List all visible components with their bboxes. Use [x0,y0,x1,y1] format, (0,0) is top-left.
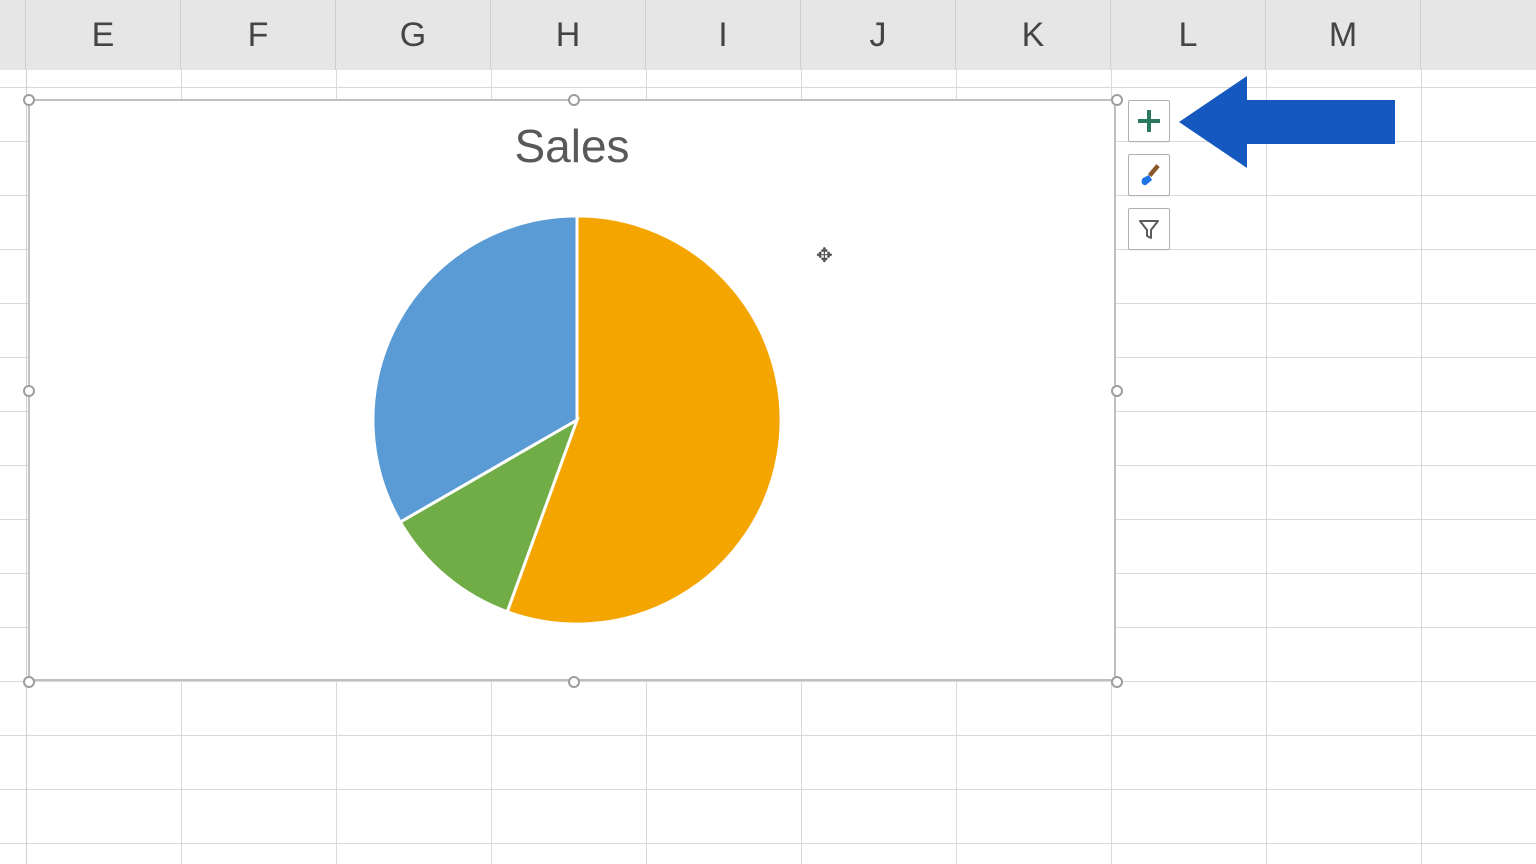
chart-title[interactable]: Sales [30,119,1114,173]
chart-filters-button[interactable] [1128,208,1170,250]
column-headers: EFGHIJKLM [0,0,1536,70]
column-header-g[interactable]: G [336,0,491,70]
pie-plot-area[interactable] [370,213,784,627]
chart-object[interactable]: Sales [28,99,1116,681]
resize-handle-s[interactable] [568,676,580,688]
move-cursor-icon: ✥ [816,246,833,266]
plus-icon [1136,108,1162,134]
column-header-i[interactable]: I [646,0,801,70]
chart-elements-button[interactable] [1128,100,1170,142]
resize-handle-n[interactable] [568,94,580,106]
column-header-h[interactable]: H [491,0,646,70]
resize-handle-nw[interactable] [23,94,35,106]
column-header-blank [1421,0,1536,70]
row-header-gutter [0,0,26,70]
column-header-e[interactable]: E [26,0,181,70]
resize-handle-ne[interactable] [1111,94,1123,106]
resize-handle-e[interactable] [1111,385,1123,397]
annotation-arrow-body [1245,100,1395,144]
annotation-arrow-head [1179,76,1247,168]
paintbrush-icon [1135,161,1163,189]
resize-handle-sw[interactable] [23,676,35,688]
resize-handle-w[interactable] [23,385,35,397]
column-header-f[interactable]: F [181,0,336,70]
column-header-l[interactable]: L [1111,0,1266,70]
column-header-m[interactable]: M [1266,0,1421,70]
column-header-j[interactable]: J [801,0,956,70]
chart-styles-button[interactable] [1128,154,1170,196]
column-header-k[interactable]: K [956,0,1111,70]
funnel-icon [1136,216,1162,242]
resize-handle-se[interactable] [1111,676,1123,688]
